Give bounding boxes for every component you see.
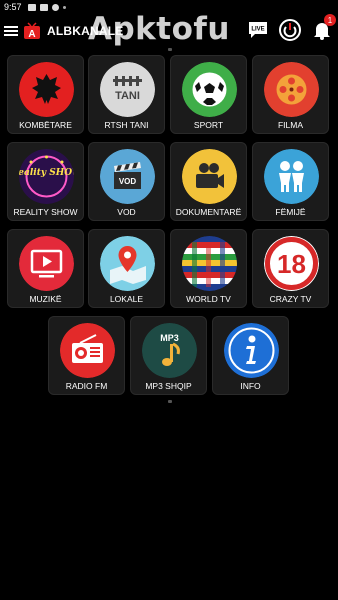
tile-rtsh-tani[interactable]: TANI RTSH TANI: [88, 55, 165, 134]
tile-label: VOD: [117, 207, 136, 217]
notification-badge: 1: [324, 14, 336, 26]
tile-info[interactable]: INFO: [212, 316, 289, 395]
tile-label: MUZIKË: [29, 294, 62, 304]
tile-label: RADIO FM: [65, 381, 108, 391]
crazy-text: 18: [277, 249, 306, 279]
tile-label: FILMA: [277, 120, 304, 130]
tile-kombetare[interactable]: KOMBËTARE: [7, 55, 84, 134]
tile-sport[interactable]: SPORT: [170, 55, 247, 134]
tile-label: REALITY SHOW: [13, 207, 78, 217]
notifications-button[interactable]: 1: [310, 14, 336, 42]
eighteen-plus-icon: 18: [264, 236, 319, 291]
clapperboard-icon: VOD: [100, 149, 155, 204]
children-icon: [264, 149, 319, 204]
tile-label: INFO: [240, 381, 261, 391]
menu-button[interactable]: [4, 24, 18, 38]
tile-mp3-shqip[interactable]: MP3 MP3 SHQIP: [130, 316, 207, 395]
mp3-text: MP3: [160, 333, 179, 343]
tile-radio-fm[interactable]: RADIO FM: [48, 316, 125, 395]
radio-icon: [60, 323, 115, 378]
reality-show-icon: Reality SHOW: [19, 149, 74, 204]
tv-play-icon: [19, 236, 74, 291]
tile-label: FËMIJË: [275, 207, 306, 217]
vod-text: VOD: [119, 177, 137, 186]
tile-femije[interactable]: FËMIJË: [252, 142, 329, 221]
tile-lokale[interactable]: LOKALE: [88, 229, 165, 308]
tile-label: LOKALE: [109, 294, 144, 304]
power-button[interactable]: [278, 18, 302, 42]
movie-camera-icon: [182, 149, 237, 204]
music-note-icon: MP3: [142, 323, 197, 378]
map-pin-icon: [100, 236, 155, 291]
app-bar: A ALBKANALE Apktofu LIVE 1: [0, 11, 338, 48]
tile-label: CRAZY TV: [269, 294, 312, 304]
flags-globe-icon: [182, 236, 237, 291]
app-logo-icon: A: [23, 22, 41, 40]
image-notification-icon: [39, 3, 48, 11]
tile-label: WORLD TV: [186, 294, 231, 304]
image-notification-icon: [27, 3, 36, 11]
status-time: 9:57: [4, 2, 22, 12]
app-notification-icon: [51, 3, 59, 11]
watermark-text: Apktofu: [88, 11, 230, 47]
tile-label: RTSH TANI: [104, 120, 149, 130]
film-reel-icon: [264, 62, 319, 117]
live-label: LIVE: [251, 27, 264, 33]
live-chat-button[interactable]: LIVE: [246, 18, 270, 42]
grid-top-handle: [168, 48, 172, 51]
tile-crazy-tv[interactable]: 18 CRAZY TV: [252, 229, 329, 308]
more-dot-icon: [62, 5, 66, 9]
tile-label: MP3 SHQIP: [145, 381, 192, 391]
soccer-ball-icon: [182, 62, 237, 117]
tile-vod[interactable]: VOD VOD: [88, 142, 165, 221]
tile-dokumentare[interactable]: DOKUMENTARË: [170, 142, 247, 221]
grid-bottom-handle: [168, 400, 172, 403]
tile-world-tv[interactable]: WORLD TV: [170, 229, 247, 308]
status-icons: [27, 3, 66, 11]
svg-text:A: A: [28, 29, 35, 40]
info-icon: [224, 323, 279, 378]
tile-label: KOMBËTARE: [19, 120, 72, 130]
tile-label: DOKUMENTARË: [175, 207, 242, 217]
tani-text: TANI: [115, 90, 140, 102]
tile-filma[interactable]: FILMA: [252, 55, 329, 134]
tile-muzike[interactable]: MUZIKË: [7, 229, 84, 308]
tile-label: SPORT: [193, 120, 224, 130]
reality-text: Reality SHOW: [19, 168, 74, 178]
rtsh-logo-icon: TANI: [100, 62, 155, 117]
tile-reality-show[interactable]: Reality SHOW REALITY SHOW: [7, 142, 84, 221]
albania-flag-icon: [19, 62, 74, 117]
